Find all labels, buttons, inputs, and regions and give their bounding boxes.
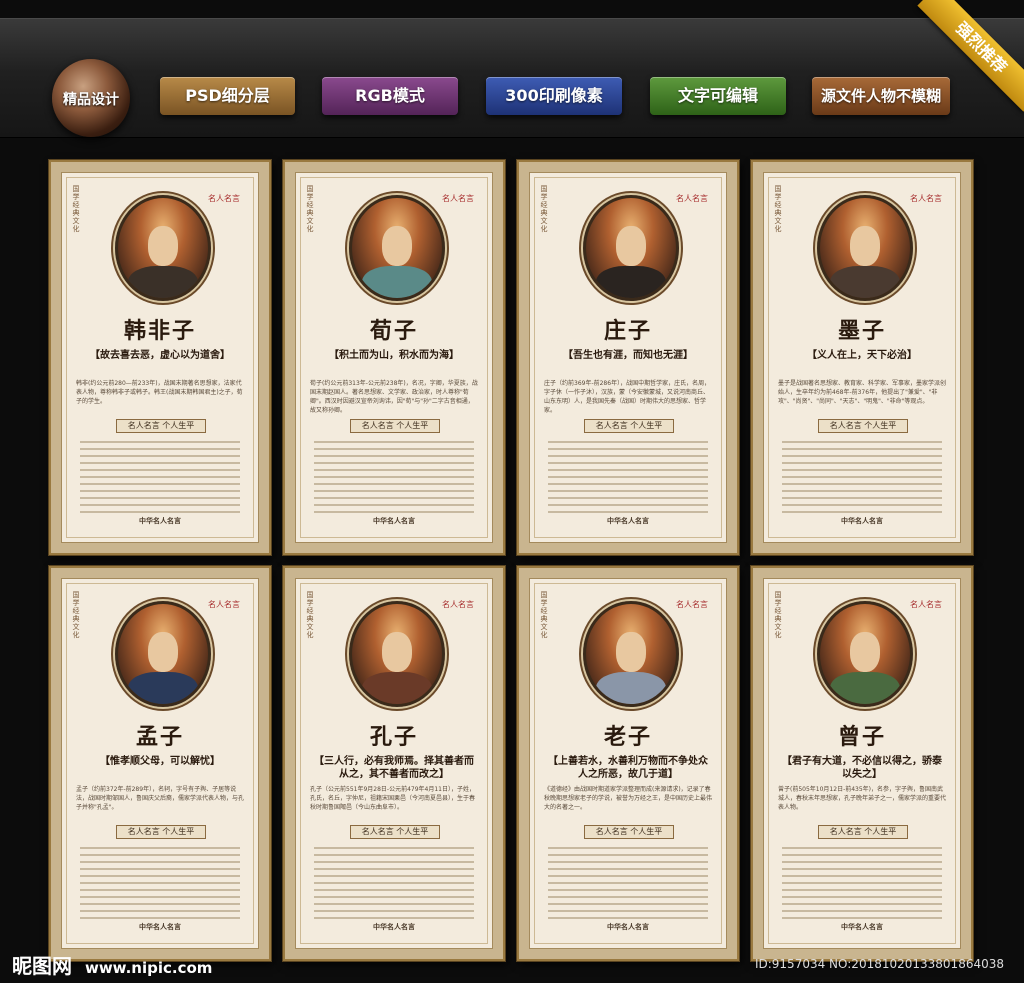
biography-text-block: [782, 847, 942, 924]
seal-stamp: 名人名言: [910, 194, 942, 203]
poster-brief: 孔子（公元前551年9月28日-公元前479年4月11日），子姓，孔氏，名丘，字…: [310, 786, 476, 811]
poster-brief: 曾子(前505年10月12日-前435年)，名参，字子舆，鲁国南武城人，春秋末年…: [778, 786, 947, 811]
poster-name: 孔子: [369, 724, 418, 750]
section-title: 名人名言 个人生平: [116, 825, 206, 839]
rgb-mode-button[interactable]: RGB模式: [322, 77, 458, 115]
site-name: 昵图网: [12, 954, 72, 978]
poster-name: 曾子: [837, 724, 886, 750]
poster-quote: 【上善若水，水善利万物而不争处众人之所恶，故几于道】: [548, 756, 708, 780]
poster-quote: 【三人行，必有我师焉。择其善者而从之，其不善者而改之】: [314, 756, 474, 780]
top-toolbar: 精品设计 PSD细分层 RGB模式 300印刷像素 文字可编辑 源文件人物不模糊…: [0, 0, 1024, 138]
poster-quote: 【惟孝顺父母，可以解忧】: [100, 756, 220, 767]
portrait-image: [115, 601, 211, 707]
poster-brief: 墨子是战国著名思想家、教育家、科学家、军事家，墨家学派创始人，生卒年约为前468…: [778, 380, 947, 405]
biography-text-block: [80, 441, 240, 518]
poster-footer: 中华名人名言: [607, 923, 649, 931]
vertical-text: 国学经典文化: [72, 185, 80, 233]
poster-quote: 【义人在上，天下必治】: [807, 350, 917, 361]
poster-brief: 《道德经》由战国时期道家学派整理而成(来源请求)，记录了春秋晚期思想家老子的学说…: [544, 786, 713, 811]
poster-zhuangzi[interactable]: 国学经典文化 名人名言 庄子 【吾生也有涯，而知也无涯】 庄子（约前369年-前…: [517, 160, 739, 555]
portrait-image: [583, 601, 679, 707]
vertical-text: 国学经典文化: [774, 185, 782, 233]
seal-stamp: 名人名言: [208, 600, 240, 609]
seal-stamp: 名人名言: [910, 600, 942, 609]
poster-brief: 韩非(约公元前280—前233年)，战国末期著名思想家，法家代表人物，尊称韩非子…: [76, 380, 243, 405]
biography-text-block: [782, 441, 942, 518]
portrait-image: [349, 195, 445, 301]
poster-footer: 中华名人名言: [841, 517, 883, 525]
seal-stamp: 名人名言: [676, 194, 708, 203]
section-title: 名人名言 个人生平: [584, 419, 674, 433]
section-title: 名人名言 个人生平: [350, 825, 440, 839]
biography-text-block: [80, 847, 240, 924]
biography-text-block: [548, 847, 708, 924]
poster-name: 庄子: [603, 318, 652, 344]
editable-text-button[interactable]: 文字可编辑: [650, 77, 786, 115]
poster-name: 韩非子: [123, 318, 196, 344]
biography-text-block: [314, 847, 474, 924]
portrait-image: [583, 195, 679, 301]
poster-quote: 【吾生也有涯，而知也无涯】: [563, 350, 693, 361]
poster-name: 孟子: [135, 724, 184, 750]
poster-footer: 中华名人名言: [373, 923, 415, 931]
poster-name: 荀子: [369, 318, 418, 344]
poster-footer: 中华名人名言: [139, 517, 181, 525]
poster-name: 墨子: [837, 318, 886, 344]
poster-mozi[interactable]: 国学经典文化 名人名言 墨子 【义人在上，天下必治】 墨子是战国著名思想家、教育…: [751, 160, 973, 555]
section-title: 名人名言 个人生平: [584, 825, 674, 839]
poster-hanfeizi[interactable]: 国学经典文化 名人名言 韩非子 【故去喜去恶，虚心以为道舍】 韩非(约公元前28…: [49, 160, 271, 555]
poster-footer: 中华名人名言: [373, 517, 415, 525]
portrait-image: [817, 601, 913, 707]
vertical-text: 国学经典文化: [774, 591, 782, 639]
poster-quote: 【君子有大道，不必信以得之，骄泰以失之】: [782, 756, 942, 780]
vertical-text: 国学经典文化: [306, 185, 314, 233]
poster-footer: 中华名人名言: [139, 923, 181, 931]
psd-layers-button[interactable]: PSD细分层: [160, 77, 295, 115]
vertical-text: 国学经典文化: [540, 591, 548, 639]
section-title: 名人名言 个人生平: [818, 419, 908, 433]
poster-xunzi[interactable]: 国学经典文化 名人名言 荀子 【积土而为山，积水而为海】 荀子(约公元前313年…: [283, 160, 505, 555]
vertical-text: 国学经典文化: [72, 591, 80, 639]
poster-name: 老子: [603, 724, 652, 750]
section-title: 名人名言 个人生平: [818, 825, 908, 839]
portrait-image: [349, 601, 445, 707]
poster-laozi[interactable]: 国学经典文化 名人名言 老子 【上善若水，水善利万物而不争处众人之所恶，故几于道…: [517, 566, 739, 961]
poster-mengzi[interactable]: 国学经典文化 名人名言 孟子 【惟孝顺父母，可以解忧】 孟子（约前372年-前2…: [49, 566, 271, 961]
print-pixels-button[interactable]: 300印刷像素: [486, 77, 622, 115]
seal-stamp: 名人名言: [442, 600, 474, 609]
poster-quote: 【积土而为山，积水而为海】: [329, 350, 459, 361]
vertical-text: 国学经典文化: [306, 591, 314, 639]
vertical-text: 国学经典文化: [540, 185, 548, 233]
logo-label: 精品设计: [63, 92, 119, 108]
portrait-image: [817, 195, 913, 301]
biography-text-block: [548, 441, 708, 518]
poster-quote: 【故去喜去恶，虚心以为道舍】: [90, 350, 230, 361]
poster-brief: 荀子(约公元前313年-公元前238年)，名况，字卿，华夏族，战国末期赵国人。著…: [310, 380, 478, 414]
section-title: 名人名言 个人生平: [116, 419, 206, 433]
clear-figures-button[interactable]: 源文件人物不模糊: [812, 77, 950, 115]
poster-kongzi[interactable]: 国学经典文化 名人名言 孔子 【三人行，必有我师焉。择其善者而从之，其不善者而改…: [283, 566, 505, 961]
image-id-text: ID:9157034 NO:20181020133801864038: [754, 957, 1004, 971]
biography-text-block: [314, 441, 474, 518]
poster-footer: 中华名人名言: [841, 923, 883, 931]
poster-brief: 孟子（约前372年-前289年），名轲，字号有子舆、子居等说法，战国时期邹国人，…: [76, 786, 245, 811]
site-watermark: 昵图网 www.nipic.com: [12, 950, 212, 979]
site-url: www.nipic.com: [84, 959, 213, 977]
seal-stamp: 名人名言: [208, 194, 240, 203]
portrait-image: [115, 195, 211, 301]
poster-zengzi[interactable]: 国学经典文化 名人名言 曾子 【君子有大道，不必信以得之，骄泰以失之】 曾子(前…: [751, 566, 973, 961]
poster-brief: 庄子（约前369年-前286年），战国中期哲学家，庄氏，名周，字子休（一作子沐）…: [544, 380, 711, 414]
section-title: 名人名言 个人生平: [350, 419, 440, 433]
seal-stamp: 名人名言: [442, 194, 474, 203]
poster-footer: 中华名人名言: [607, 517, 649, 525]
seal-stamp: 名人名言: [676, 600, 708, 609]
